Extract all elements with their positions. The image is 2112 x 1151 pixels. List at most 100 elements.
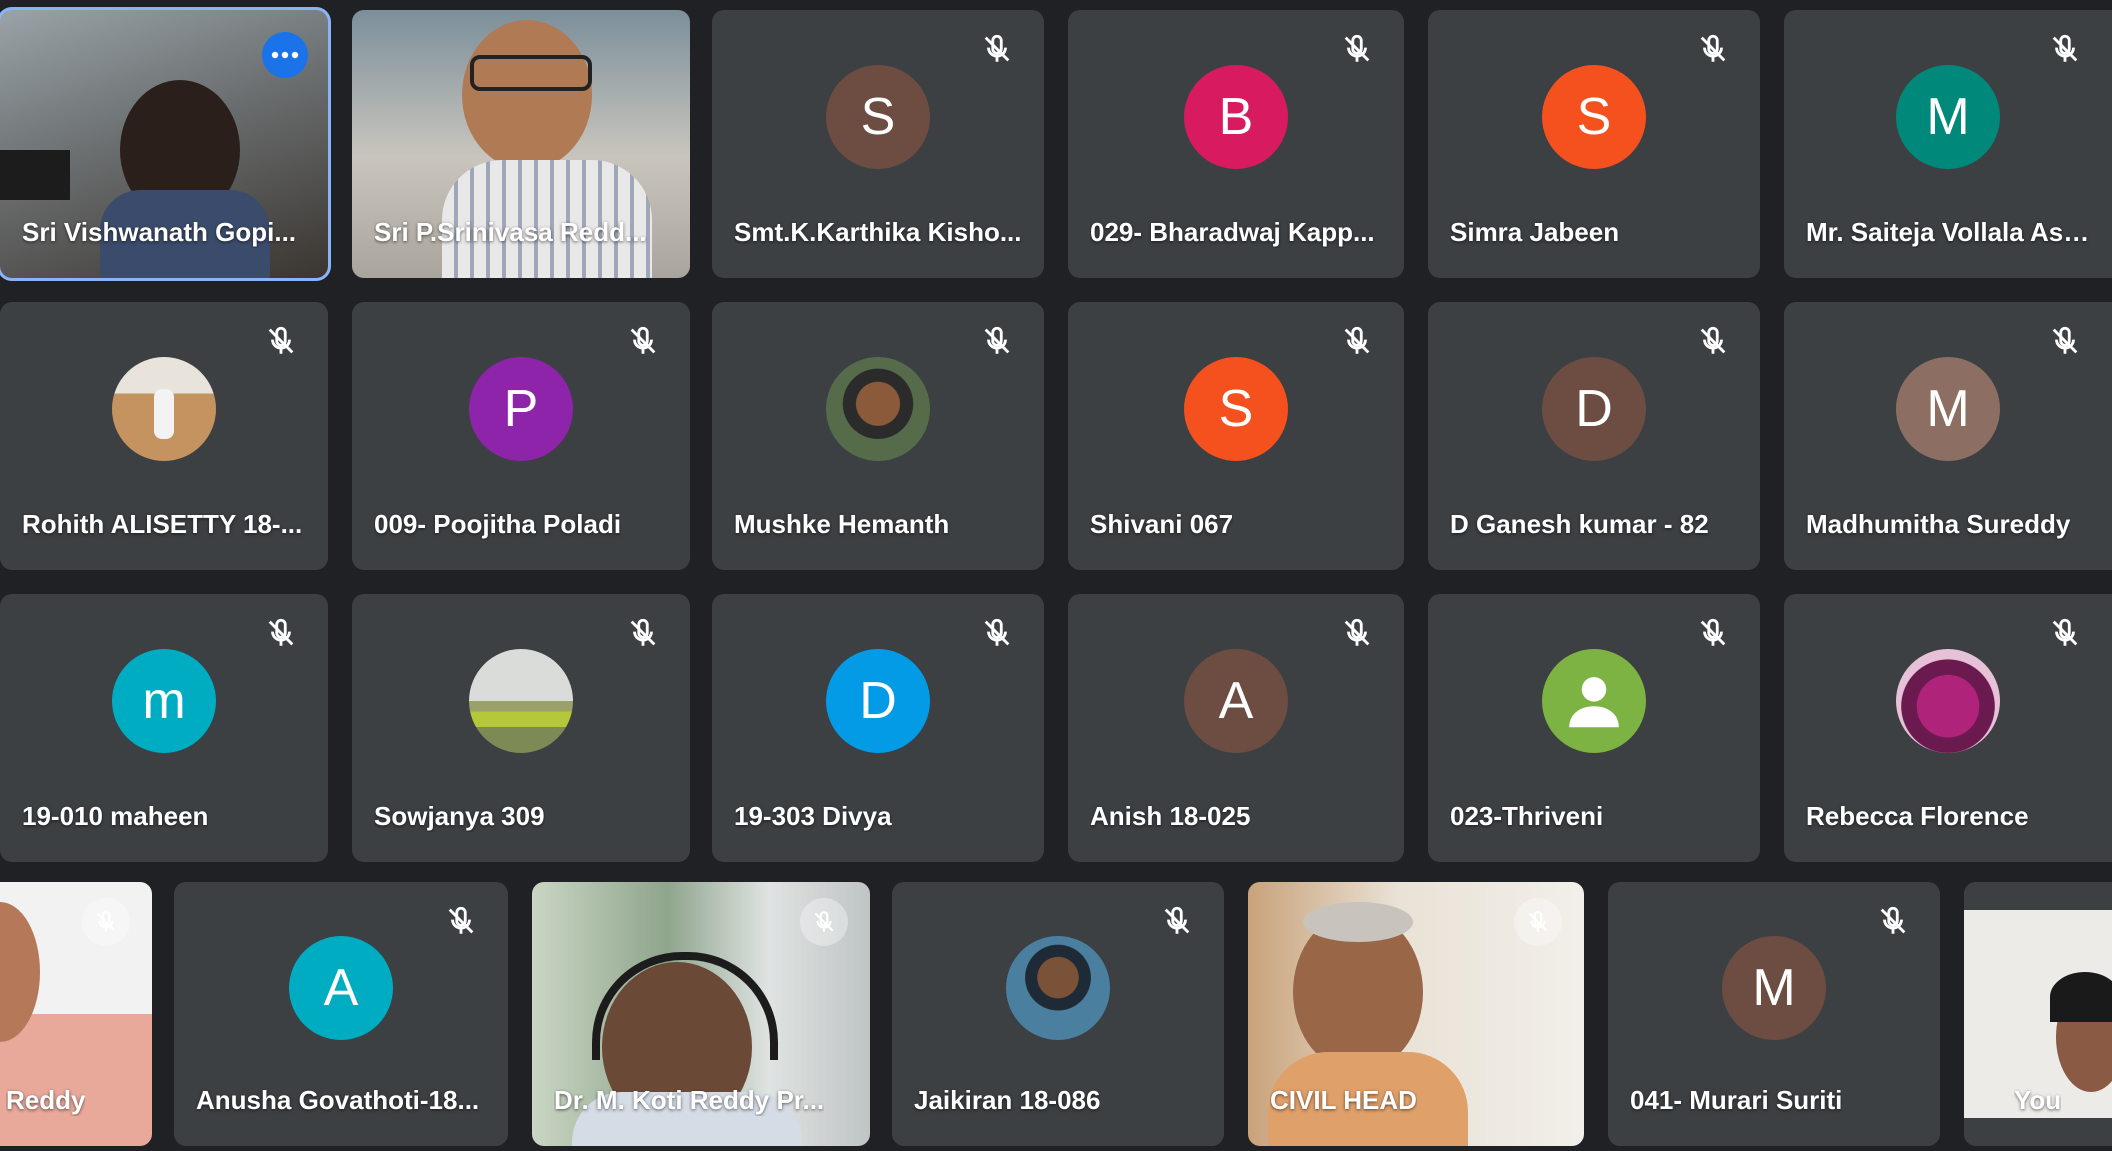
avatar: A: [289, 935, 393, 1040]
mic-off-icon: [2052, 326, 2078, 354]
participant-tile[interactable]: M Madhumitha Sureddy: [1784, 302, 2112, 570]
avatar-letter: S: [860, 88, 896, 147]
participant-tile[interactable]: P 009- Poojitha Poladi: [352, 302, 690, 570]
more-options-button[interactable]: [262, 32, 308, 78]
avatar: S: [1542, 65, 1646, 170]
participant-name: Madhumitha Sureddy: [1806, 509, 2071, 539]
participant-tile[interactable]: D 19-303 Divya: [712, 594, 1044, 862]
participant-tile-self[interactable]: You: [1964, 882, 2112, 1146]
mic-off-icon: [814, 911, 834, 932]
mic-off-icon: [2052, 34, 2078, 62]
participant-tile[interactable]: Rohith ALISETTY 18-...: [0, 302, 328, 570]
participant-tile[interactable]: Sri P.Srinivasa Redd...: [352, 10, 690, 278]
participant-name: Jaikiran 18-086: [914, 1085, 1101, 1115]
avatar-letter: P: [503, 380, 539, 439]
participant-name: Simra Jabeen: [1450, 217, 1620, 247]
participant-tile[interactable]: S Simra Jabeen: [1428, 10, 1760, 278]
avatar: D: [1542, 357, 1646, 462]
participant-tile[interactable]: Reddy: [0, 882, 152, 1146]
mic-off-icon: [96, 911, 116, 932]
mic-off-icon: [630, 326, 656, 354]
participant-name: 009- Poojitha Poladi: [374, 509, 622, 539]
participant-name: Rebecca Florence: [1806, 801, 2029, 831]
participant-name: CIVIL HEAD: [1270, 1085, 1417, 1115]
mic-off-icon: [1700, 34, 1726, 62]
mic-off-icon: [984, 34, 1010, 62]
participant-name: 19-303 Divya: [734, 801, 892, 831]
avatar: P: [469, 357, 573, 462]
participant-tile[interactable]: A Anish 18-025: [1068, 594, 1404, 862]
avatar: m: [112, 649, 216, 754]
avatar-photo: [826, 357, 930, 462]
participant-tile[interactable]: Jaikiran 18-086: [892, 882, 1224, 1146]
participant-tile[interactable]: CIVIL HEAD: [1248, 882, 1584, 1146]
mic-off-icon: [268, 326, 294, 354]
mic-off-icon: [630, 618, 656, 646]
participant-name: Sowjanya 309: [374, 801, 545, 831]
mic-off-indicator: [1514, 898, 1562, 946]
avatar: S: [1184, 357, 1288, 462]
avatar: M: [1722, 935, 1826, 1040]
avatar-photo: [112, 357, 216, 462]
participant-name: Rohith ALISETTY 18-...: [22, 509, 303, 539]
avatar: [1542, 649, 1646, 754]
avatar-photo: [469, 649, 573, 754]
avatar-letter: M: [1926, 88, 1970, 147]
mic-off-icon: [984, 618, 1010, 646]
participant-tile[interactable]: m 19-010 maheen: [0, 594, 328, 862]
participant-name: 19-010 maheen: [22, 801, 209, 831]
avatar-letter: A: [323, 958, 359, 1017]
participant-name: 023-Thriveni: [1450, 801, 1604, 831]
participant-name: 029- Bharadwaj Kapp...: [1090, 217, 1375, 247]
participant-tile[interactable]: S Shivani 067: [1068, 302, 1404, 570]
avatar-letter: S: [1576, 88, 1612, 147]
avatar-letter: D: [859, 672, 897, 731]
participant-name: Reddy: [6, 1085, 86, 1115]
participant-tile[interactable]: Sri Vishwanath Gopi...: [0, 7, 331, 281]
avatar-letter: m: [142, 672, 186, 731]
avatar-letter: M: [1752, 958, 1796, 1017]
more-icon: [271, 51, 299, 59]
mic-off-icon: [1700, 618, 1726, 646]
participant-name: You: [2014, 1085, 2062, 1115]
mic-off-icon: [1164, 906, 1190, 934]
participant-tile[interactable]: A Anusha Govathoti-18...: [174, 882, 508, 1146]
participant-name: Anish 18-025: [1090, 801, 1251, 831]
participant-name: Mushke Hemanth: [734, 509, 950, 539]
person-icon: [1569, 677, 1619, 728]
mic-off-icon: [448, 906, 474, 934]
participant-tile[interactable]: Sowjanya 309: [352, 594, 690, 862]
participant-tile[interactable]: M 041- Murari Suriti: [1608, 882, 1940, 1146]
participant-name: Mr. Saiteja Vollala Ass...: [1806, 217, 2094, 247]
participant-tile[interactable]: Mushke Hemanth: [712, 302, 1044, 570]
mic-off-icon: [984, 326, 1010, 354]
mic-off-icon: [268, 618, 294, 646]
participant-tile[interactable]: B 029- Bharadwaj Kapp...: [1068, 10, 1404, 278]
mic-off-indicator: [82, 898, 130, 946]
avatar: S: [826, 65, 930, 170]
avatar: D: [826, 649, 930, 754]
participant-name: Smt.K.Karthika Kisho...: [734, 217, 1022, 247]
avatar: A: [1184, 649, 1288, 754]
mic-off-icon: [1880, 906, 1906, 934]
participant-name: Dr. M. Koti Reddy Pr...: [554, 1085, 825, 1115]
mic-off-icon: [1344, 34, 1370, 62]
avatar: M: [1896, 357, 2000, 462]
participant-tile[interactable]: D D Ganesh kumar - 82: [1428, 302, 1760, 570]
participant-name: Anusha Govathoti-18...: [196, 1085, 480, 1115]
avatar-letter: M: [1926, 380, 1970, 439]
mic-off-icon: [2052, 618, 2078, 646]
participant-tile[interactable]: Rebecca Florence: [1784, 594, 2112, 862]
participant-name: Sri P.Srinivasa Redd...: [374, 217, 647, 247]
mic-off-icon: [1344, 618, 1370, 646]
participant-name: Sri Vishwanath Gopi...: [22, 217, 297, 247]
participant-tile[interactable]: Dr. M. Koti Reddy Pr...: [532, 882, 870, 1146]
participant-name: 041- Murari Suriti: [1630, 1085, 1843, 1115]
avatar-photo: [1896, 649, 2000, 754]
participant-tile[interactable]: 023-Thriveni: [1428, 594, 1760, 862]
participant-name: Shivani 067: [1090, 509, 1234, 539]
participant-tile[interactable]: M Mr. Saiteja Vollala Ass...: [1784, 10, 2112, 278]
avatar-letter: S: [1218, 380, 1254, 439]
participant-tile[interactable]: S Smt.K.Karthika Kisho...: [712, 10, 1044, 278]
participant-name: D Ganesh kumar - 82: [1450, 509, 1709, 539]
